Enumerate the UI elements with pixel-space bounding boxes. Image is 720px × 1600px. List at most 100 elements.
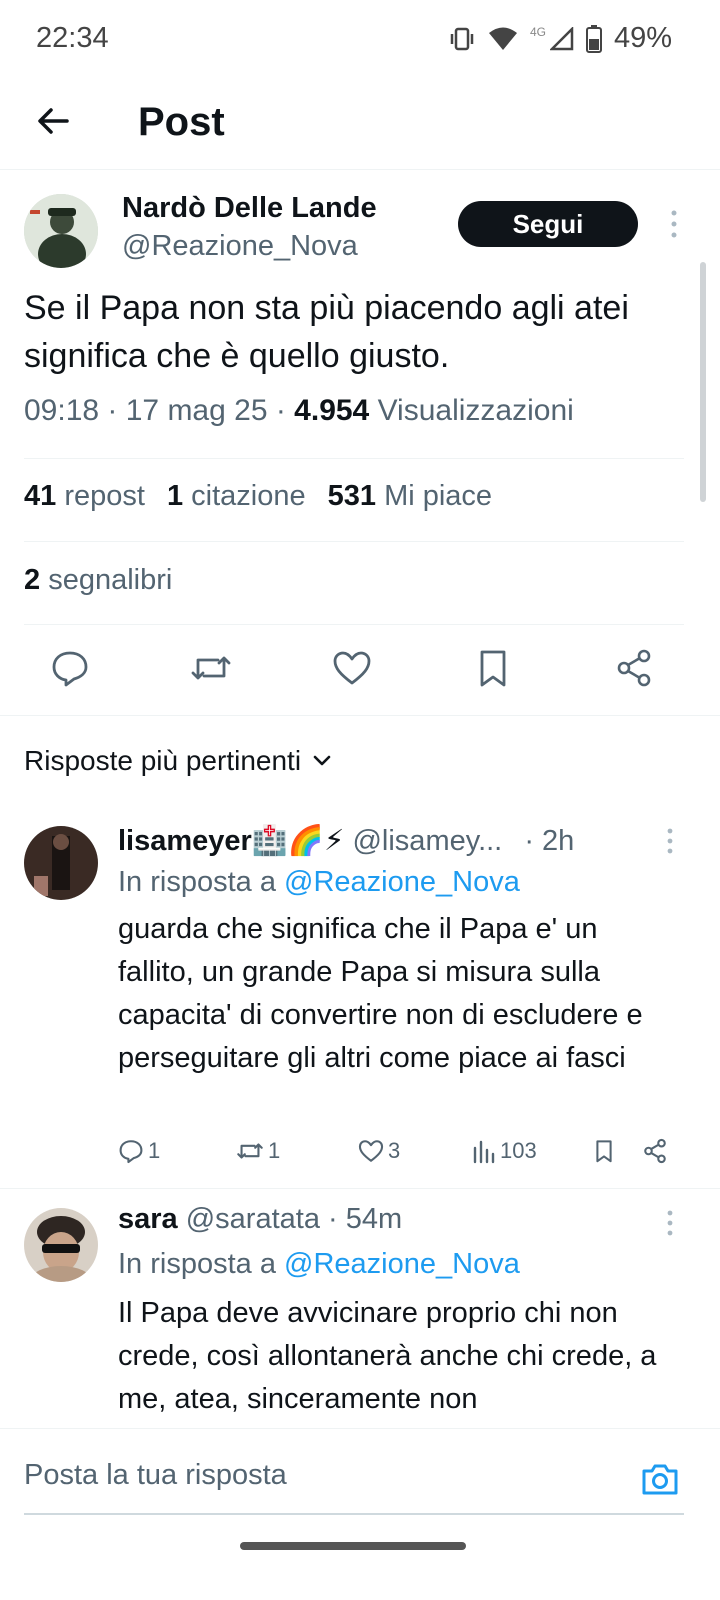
post-time[interactable]: 09:18 · 17 mag 25 ·: [24, 394, 294, 427]
more-options-icon[interactable]: [664, 826, 676, 856]
reply-avatar[interactable]: [24, 826, 98, 900]
status-time: 22:34: [36, 22, 109, 54]
battery-percent: 49%: [613, 22, 672, 54]
post-meta: 09:18 · 17 mag 25 · 4.954 Visualizzazion…: [24, 394, 574, 428]
bookmarks-count: 2: [24, 564, 41, 596]
repost-icon: [237, 1143, 263, 1159]
reply-context-prefix: In risposta a: [118, 1248, 285, 1280]
reposts-stat[interactable]: 41 repost: [24, 480, 145, 513]
bookmark-icon: [480, 650, 506, 687]
bookmarks-label: segnalibri: [48, 564, 173, 596]
reply-avatar[interactable]: [24, 1208, 98, 1282]
share-icon: [644, 1138, 666, 1164]
reply-text: guarda che significa che il Papa e' un f…: [118, 913, 643, 1074]
status-bar: 22:34 4G 49%: [0, 0, 720, 78]
page-title: Post: [138, 100, 225, 144]
like-button[interactable]: [330, 646, 374, 690]
post-author: Nardò Delle Lande @Reazione_Nova Segui: [24, 190, 696, 270]
reposts-label: repost: [64, 480, 145, 512]
likes-count: 531: [327, 480, 376, 512]
reply-button[interactable]: [48, 646, 92, 690]
avatar-image: [24, 1208, 98, 1282]
reply-icon: [119, 1140, 143, 1164]
reply-compose-bar: Posta la tua risposta: [0, 1428, 720, 1528]
reply-author-name[interactable]: lisameyer🏥🌈⚡: [118, 825, 344, 857]
avatar-image: [24, 826, 98, 900]
reply-context: In risposta a @Reazione_Nova: [118, 866, 520, 899]
divider: [24, 458, 684, 459]
bookmarks-stat[interactable]: 2 segnalibri: [24, 564, 172, 597]
reply-author-name[interactable]: sara: [118, 1203, 178, 1235]
quotes-count: 1: [166, 480, 184, 512]
author-avatar[interactable]: [24, 194, 98, 268]
reply-author-handle[interactable]: @saratata: [186, 1203, 320, 1235]
reply-time[interactable]: · 2h: [524, 825, 574, 857]
back-button[interactable]: [30, 98, 76, 144]
gesture-nav-handle[interactable]: [240, 1542, 466, 1550]
likes-stat[interactable]: 531 Mi piace: [328, 480, 492, 513]
chevron-down-icon: [313, 755, 331, 766]
reply-header: lisameyer🏥🌈⚡ @lisamey... · 2h: [118, 823, 574, 858]
reply-bookmark-button[interactable]: [592, 1138, 616, 1164]
repost-button[interactable]: [189, 646, 233, 690]
reply-context: In risposta a @Reazione_Nova: [118, 1248, 520, 1281]
more-options-icon[interactable]: [668, 208, 680, 240]
reply-header: sara @saratata · 54m: [118, 1203, 402, 1236]
views-count: 4.954: [294, 394, 370, 427]
avatar-image: [24, 194, 98, 268]
reply-reply-button[interactable]: 1: [118, 1138, 160, 1164]
repost-icon: [191, 656, 231, 680]
status-icons: 4G 49%: [448, 22, 672, 55]
divider: [24, 541, 684, 542]
follow-button[interactable]: Segui: [458, 201, 638, 247]
reply-time[interactable]: · 54m: [328, 1203, 402, 1235]
views-label: Visualizzazioni: [369, 394, 574, 427]
reply-actions: 1 1 3 103: [118, 1138, 678, 1172]
signal-icon: [549, 26, 574, 50]
back-arrow-icon: [38, 108, 69, 134]
like-count: 3: [388, 1138, 401, 1163]
likes-label: Mi piace: [384, 480, 493, 512]
bookmark-icon: [596, 1140, 612, 1163]
views-count: 103: [500, 1138, 537, 1163]
reply-item[interactable]: lisameyer🏥🌈⚡ @lisamey... · 2h In rispost…: [0, 820, 720, 1190]
post-stats: 41 repost 1 citazione 531 Mi piace: [24, 480, 492, 513]
wifi-icon: [488, 27, 517, 50]
quotes-label: citazione: [191, 480, 306, 512]
author-name[interactable]: Nardò Delle Lande: [122, 192, 377, 225]
views-chart-icon: [473, 1140, 495, 1164]
reply-author-handle[interactable]: @lisamey...: [352, 825, 502, 857]
reply-repost-button[interactable]: 1: [236, 1138, 280, 1164]
reply-mention-link[interactable]: @Reazione_Nova: [284, 1248, 520, 1280]
replies-sort-dropdown[interactable]: Risposte più pertinenti: [24, 745, 333, 777]
quotes-stat[interactable]: 1 citazione: [167, 480, 306, 513]
scrollbar[interactable]: [700, 262, 706, 502]
reply-count: 1: [148, 1138, 161, 1163]
heart-icon: [358, 1140, 384, 1162]
share-icon: [617, 649, 651, 687]
reply-share-button[interactable]: [642, 1138, 668, 1164]
input-underline: [24, 1513, 684, 1515]
network-type: 4G: [529, 24, 546, 39]
sort-label: Risposte più pertinenti: [24, 745, 302, 776]
post-actions: [0, 646, 720, 696]
post-text: Se il Papa non sta più piacendo agli ate…: [24, 289, 629, 375]
divider: [0, 715, 720, 716]
reply-mention-link[interactable]: @Reazione_Nova: [284, 866, 520, 898]
bookmark-button[interactable]: [471, 646, 515, 690]
top-header: Post: [0, 78, 720, 170]
divider: [0, 1188, 720, 1189]
reposts-count: 41: [24, 480, 57, 512]
author-handle[interactable]: @Reazione_Nova: [122, 230, 358, 263]
reply-input[interactable]: Posta la tua risposta: [24, 1459, 287, 1492]
reply-like-button[interactable]: 3: [358, 1138, 400, 1164]
more-options-icon[interactable]: [664, 1208, 676, 1238]
camera-icon[interactable]: [640, 1459, 680, 1499]
share-button[interactable]: [612, 646, 656, 690]
reply-views-button[interactable]: 103: [472, 1138, 537, 1164]
vibrate-icon: [450, 27, 474, 50]
reply-text: Il Papa deve avvicinare proprio chi non …: [118, 1297, 657, 1415]
repost-count: 1: [268, 1138, 281, 1163]
reply-item[interactable]: sara @saratata · 54m In risposta a @Reaz…: [0, 1200, 720, 1428]
battery-icon: [585, 24, 602, 53]
